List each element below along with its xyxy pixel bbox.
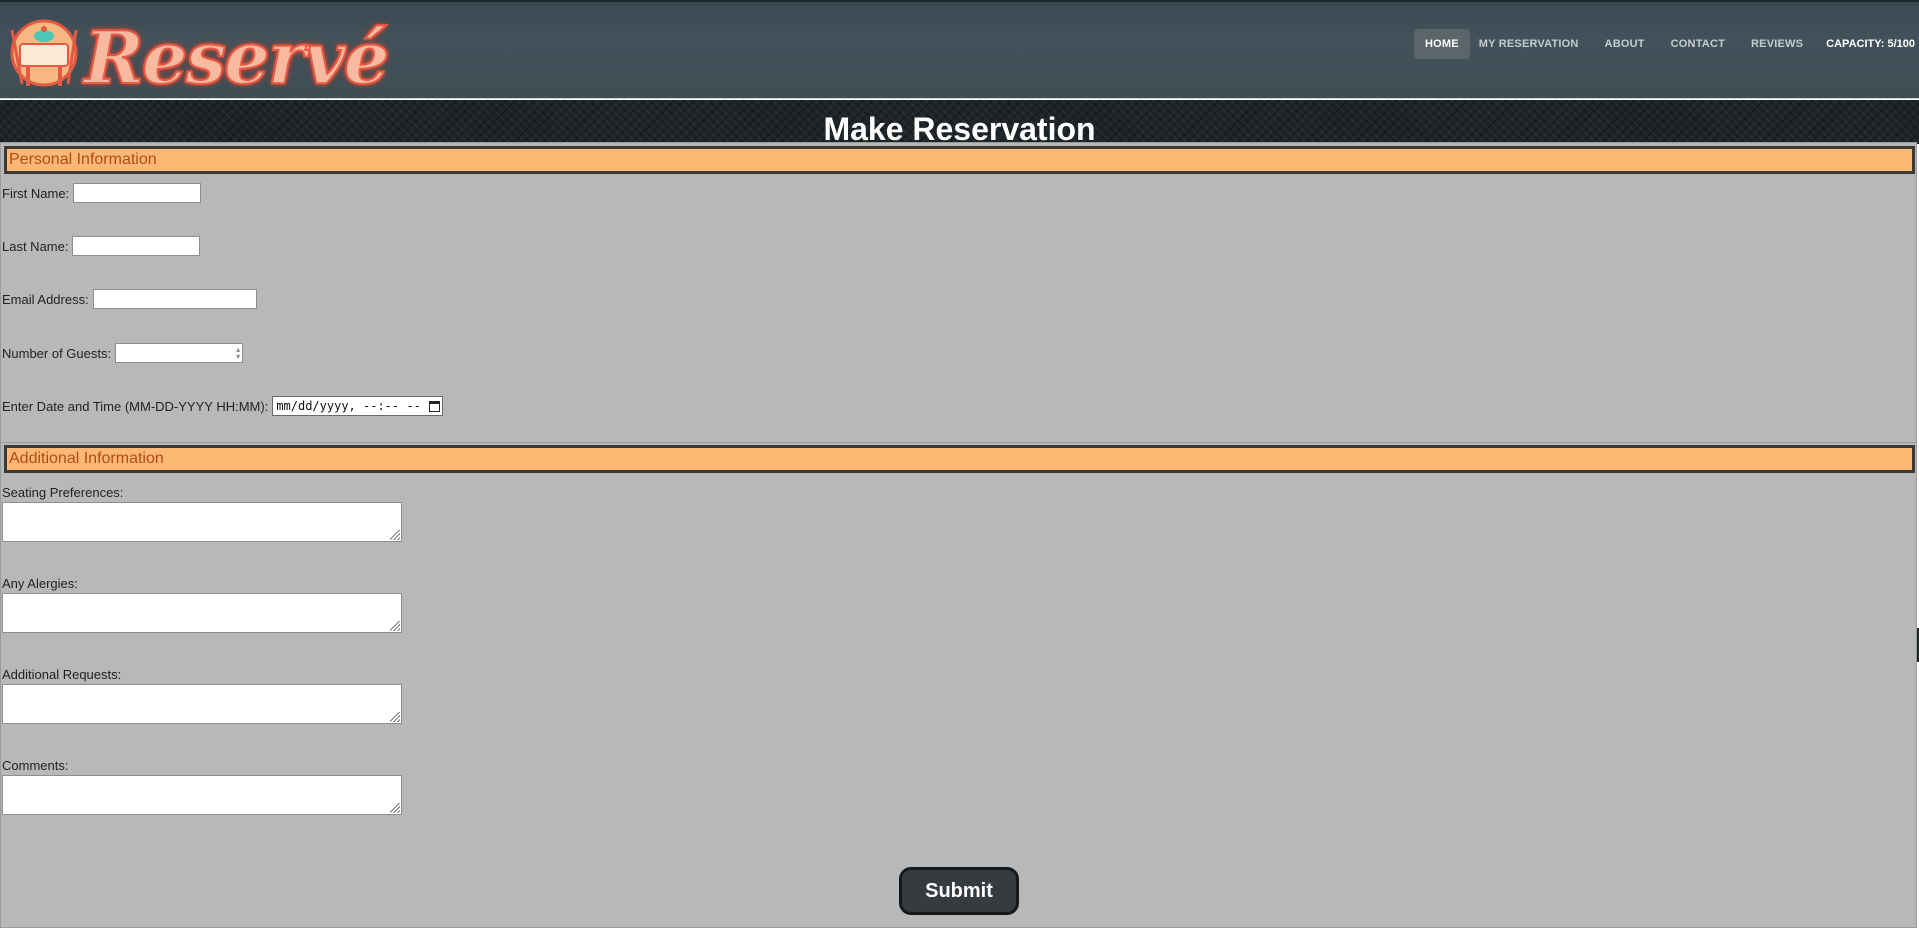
- guests-label: Number of Guests:: [2, 345, 112, 361]
- personal-info-legend: Personal Information: [4, 146, 1915, 174]
- brand-wordmark: Reservé: [83, 15, 391, 100]
- datetime-placeholder: mm/dd/yyyy, --:-- --: [276, 399, 421, 413]
- first-name-label: First Name:: [2, 185, 70, 201]
- calendar-icon[interactable]: [428, 400, 440, 412]
- requests-label: Additional Requests:: [2, 667, 122, 682]
- nav-about[interactable]: ABOUT: [1596, 29, 1654, 59]
- requests-textarea[interactable]: [2, 684, 402, 724]
- nav-contact[interactable]: CONTACT: [1662, 29, 1734, 59]
- site-header: Reservé HOME MY RESERVATION ABOUT CONTAC…: [0, 0, 1919, 99]
- allergies-textarea[interactable]: [2, 593, 402, 633]
- email-row: Email Address:: [2, 289, 257, 309]
- comments-textarea[interactable]: [2, 775, 402, 815]
- datetime-label: Enter Date and Time (MM-DD-YYYY HH:MM):: [2, 398, 269, 414]
- first-name-row: First Name:: [2, 183, 202, 203]
- seating-textarea[interactable]: [2, 502, 402, 542]
- additional-info-section: Additional Information Seating Preferenc…: [0, 442, 1917, 928]
- submit-button[interactable]: Submit: [899, 867, 1019, 915]
- main-nav: HOME MY RESERVATION ABOUT CONTACT REVIEW…: [1413, 28, 1919, 60]
- additional-info-legend: Additional Information: [4, 445, 1915, 473]
- nav-my-reservation[interactable]: MY RESERVATION: [1470, 29, 1588, 59]
- nav-reviews[interactable]: REVIEWS: [1742, 29, 1812, 59]
- nav-home[interactable]: HOME: [1413, 29, 1470, 59]
- datetime-input[interactable]: mm/dd/yyyy, --:-- --: [272, 396, 443, 416]
- resize-grip-icon[interactable]: [390, 621, 400, 631]
- last-name-row: Last Name:: [2, 236, 201, 256]
- personal-info-section: Personal Information First Name: Last Na…: [0, 142, 1917, 445]
- last-name-label: Last Name:: [2, 238, 69, 254]
- seating-label: Seating Preferences:: [2, 485, 124, 500]
- spinner-arrows-icon[interactable]: ▴ ▾: [236, 346, 240, 361]
- resize-grip-icon[interactable]: [390, 803, 400, 813]
- allergies-label: Any Alergies:: [2, 576, 78, 591]
- title-band: Make Reservation: [0, 100, 1919, 147]
- guests-row: Number of Guests: ▴ ▾: [2, 343, 244, 363]
- capacity-indicator: CAPACITY: 5/100: [1826, 38, 1915, 50]
- email-label: Email Address:: [2, 291, 89, 307]
- first-name-input[interactable]: [73, 183, 202, 203]
- brand-logo[interactable]: Reservé: [6, 12, 391, 99]
- resize-grip-icon[interactable]: [390, 530, 400, 540]
- resize-grip-icon[interactable]: [390, 712, 400, 722]
- guests-number-input[interactable]: ▴ ▾: [115, 343, 244, 363]
- email-input[interactable]: [92, 289, 257, 309]
- datetime-row: Enter Date and Time (MM-DD-YYYY HH:MM): …: [2, 396, 443, 416]
- comments-label: Comments:: [2, 758, 69, 773]
- last-name-input[interactable]: [72, 236, 201, 256]
- restaurant-table-icon: [10, 19, 78, 87]
